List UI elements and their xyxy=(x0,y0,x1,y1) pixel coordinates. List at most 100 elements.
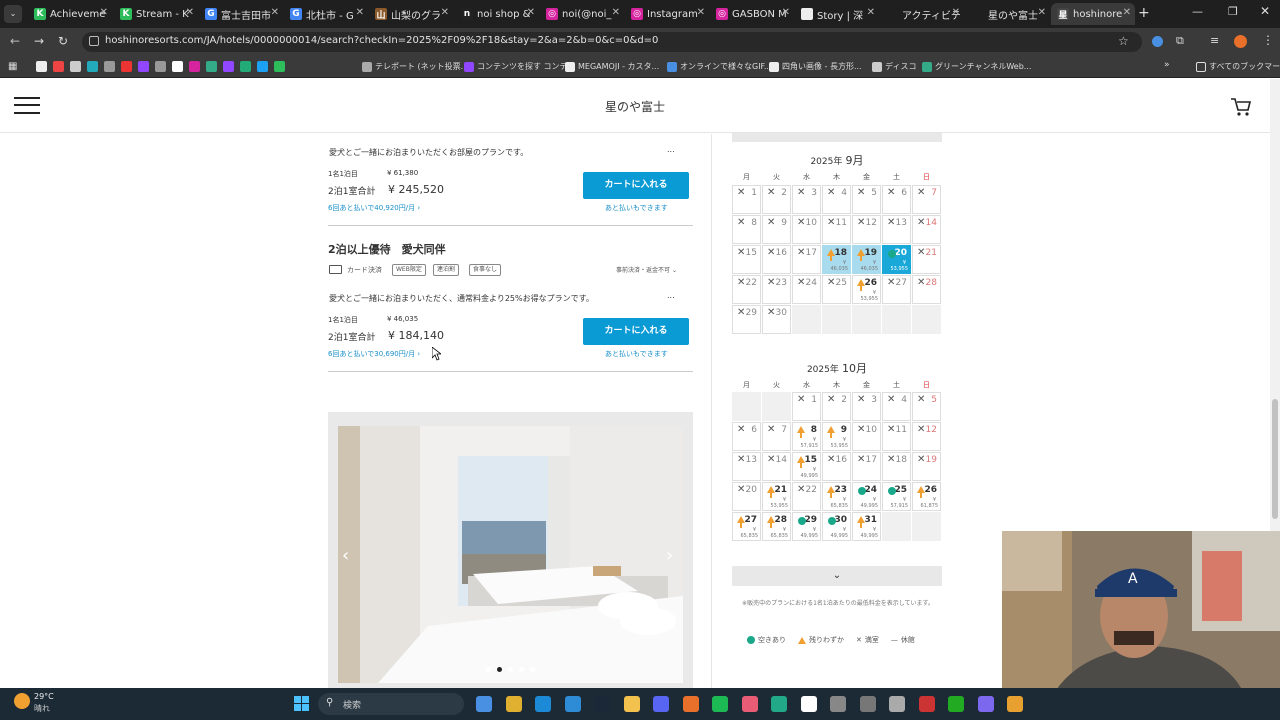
taskbar-app-icon[interactable] xyxy=(948,696,964,712)
tab-close-icon[interactable]: ✕ xyxy=(186,7,194,18)
plan-2-installment-link[interactable]: 6回あと払いで30,690円/月 › xyxy=(328,349,420,359)
taskbar-app-icon[interactable] xyxy=(1007,696,1023,712)
cart-icon[interactable] xyxy=(1230,97,1252,117)
extensions-puzzle-icon[interactable]: ⧉ xyxy=(1176,34,1184,48)
calendar-day-cell[interactable]: 23 ¥65,835 xyxy=(822,482,851,511)
browser-tab[interactable]: K Stream - K ✕ xyxy=(114,3,198,25)
calendar-day-cell[interactable]: 21 ¥53,955 xyxy=(762,482,791,511)
taskbar-app-icon[interactable] xyxy=(800,696,817,712)
plan-1-more-button[interactable]: ... xyxy=(667,145,675,154)
calendar-day-cell[interactable]: 24 ¥49,995 xyxy=(852,482,881,511)
calendar-day-cell[interactable]: 8 ¥57,915 xyxy=(792,422,821,451)
plan-2-add-to-cart-button[interactable]: カートに入れる xyxy=(583,318,689,345)
taskbar-app-icon[interactable] xyxy=(564,696,581,712)
calendar-day-cell[interactable]: 27 ¥65,835 xyxy=(732,512,761,541)
gallery-prev-arrow[interactable]: ‹ xyxy=(342,545,349,566)
bookmark-square-image[interactable]: 四角い画像 - 長方形... xyxy=(769,61,862,72)
minimize-button[interactable]: — xyxy=(1192,5,1203,18)
plan-1-add-to-cart-button[interactable]: カートに入れる xyxy=(583,172,689,199)
calendar-day-cell[interactable]: 28 ¥65,835 xyxy=(762,512,791,541)
tab-close-icon[interactable]: ✕ xyxy=(952,7,960,18)
tab-close-icon[interactable]: ✕ xyxy=(782,7,790,18)
tab-close-icon[interactable]: ✕ xyxy=(356,7,364,18)
bookmark-star-icon[interactable]: ☆ xyxy=(1118,34,1129,48)
taskbar-app-icon[interactable] xyxy=(977,696,994,712)
bookmark-disco[interactable]: ディスコ xyxy=(872,61,916,72)
site-info-icon[interactable] xyxy=(89,36,99,46)
tab-close-icon[interactable]: ✕ xyxy=(612,7,620,18)
browser-tab[interactable]: Story | 深 ✕ xyxy=(795,3,879,25)
extension-icon[interactable] xyxy=(1152,36,1163,47)
start-button[interactable] xyxy=(294,696,309,711)
calendar-day-cell[interactable]: 31 ¥49,995 xyxy=(852,512,881,541)
gallery-dot[interactable] xyxy=(486,667,491,672)
tab-close-icon[interactable]: ✕ xyxy=(441,7,449,18)
bookmark-gif[interactable]: オンラインで様々なGIF... xyxy=(667,61,772,72)
forward-icon[interactable]: → xyxy=(34,34,44,48)
calendar-day-cell[interactable]: 9 ¥53,955 xyxy=(822,422,851,451)
bookmark-green-channel[interactable]: グリーンチャンネルWeb... xyxy=(922,61,1031,72)
calendar-day-cell[interactable]: 20 ¥53,955 xyxy=(882,245,911,274)
hamburger-menu-icon[interactable] xyxy=(0,79,54,133)
taskbar-app-icon[interactable] xyxy=(653,696,669,712)
calendar-day-cell[interactable]: 18 ¥46,035 xyxy=(822,245,851,274)
taskbar-search-box[interactable]: ⚲ 検索 xyxy=(318,693,464,715)
tab-close-icon[interactable]: ✕ xyxy=(697,7,705,18)
plan-2-cancel-note[interactable]: 事前決済・返金不可 ⌄ xyxy=(616,265,677,274)
calendar-next-button[interactable]: ⌄ xyxy=(732,566,942,586)
browser-tab[interactable]: 星 hoshinore ✕ xyxy=(1051,3,1135,25)
taskbar-app-icon[interactable] xyxy=(535,696,551,712)
tab-close-icon[interactable]: ✕ xyxy=(1123,7,1131,18)
browser-tab[interactable]: G 北杜市 - G ✕ xyxy=(284,3,368,25)
room-photo-gallery[interactable]: ‹ › xyxy=(328,412,693,688)
browser-tab[interactable]: 星のや富士 ✕ xyxy=(966,3,1050,25)
tab-list-button[interactable]: ⌄ xyxy=(4,5,22,23)
gallery-dot[interactable] xyxy=(497,667,502,672)
calendar-day-cell[interactable]: 19 ¥46,035 xyxy=(852,245,881,274)
tab-close-icon[interactable]: ✕ xyxy=(100,7,108,18)
tab-close-icon[interactable]: ✕ xyxy=(1038,7,1046,18)
taskbar-app-icon[interactable] xyxy=(623,696,640,712)
close-window-button[interactable]: ✕ xyxy=(1260,4,1270,18)
all-bookmarks-folder[interactable]: すべてのブックマーク xyxy=(1196,61,1280,72)
calendar-day-cell[interactable]: 26 ¥53,955 xyxy=(852,275,881,304)
tab-close-icon[interactable]: ✕ xyxy=(867,7,875,18)
calendar-day-cell[interactable]: 29 ¥49,995 xyxy=(792,512,821,541)
taskbar-app-icon[interactable] xyxy=(859,696,876,712)
gallery-dot[interactable] xyxy=(508,667,513,672)
plan-2-more-button[interactable]: ... xyxy=(667,291,675,300)
restore-button[interactable]: ❐ xyxy=(1228,5,1238,18)
gallery-dot[interactable] xyxy=(530,667,535,672)
bookmark-contents[interactable]: コンテンツを探す コンテ... xyxy=(464,61,575,72)
bookmark-teleport[interactable]: テレポート (ネット投票... xyxy=(362,61,468,72)
bookmark-icon-row[interactable] xyxy=(36,61,285,72)
taskbar-app-icon[interactable] xyxy=(682,696,699,712)
plan-2-pay-later-link[interactable]: あと払いもできます xyxy=(605,349,668,359)
browser-menu-icon[interactable]: ⋮ xyxy=(1262,33,1274,47)
browser-tab[interactable]: G 富士吉田市 ✕ xyxy=(199,3,283,25)
calendar-day-cell[interactable]: 25 ¥57,915 xyxy=(882,482,911,511)
browser-tab[interactable]: アクティビテ ✕ xyxy=(880,3,964,25)
browser-tab[interactable]: ◎ noi(@noi_ ✕ xyxy=(540,3,624,25)
calendar-prev-bar[interactable] xyxy=(732,133,942,142)
reload-icon[interactable]: ↻ xyxy=(58,34,68,48)
taskbar-app-icon[interactable] xyxy=(712,696,728,712)
taskbar-app-icon[interactable] xyxy=(594,696,610,712)
gallery-dot[interactable] xyxy=(519,667,524,672)
calendar-day-cell[interactable]: 30 ¥49,995 xyxy=(822,512,851,541)
browser-tab[interactable]: ◎ Instagram ✕ xyxy=(625,3,709,25)
taskbar-app-icon[interactable] xyxy=(505,696,522,712)
browser-tab[interactable]: 山山梨のグラ ✕ xyxy=(369,3,453,25)
browser-tab[interactable]: n noi shop & ✕ xyxy=(455,3,539,25)
new-tab-button[interactable]: + xyxy=(1138,5,1150,21)
browser-tab[interactable]: K Achieveme ✕ xyxy=(28,3,112,25)
gallery-next-arrow[interactable]: › xyxy=(666,545,673,566)
browser-tab[interactable]: ◎ GASBON M ✕ xyxy=(710,3,794,25)
taskbar-app-icon[interactable] xyxy=(476,696,492,712)
taskbar-app-icon[interactable] xyxy=(830,696,846,712)
taskbar-app-icon[interactable] xyxy=(741,696,758,712)
url-text[interactable]: hoshinoresorts.com/JA/hotels/0000000014/… xyxy=(105,35,658,46)
calendar-day-cell[interactable]: 15 ¥49,995 xyxy=(792,452,821,481)
page-scrollbar-thumb[interactable] xyxy=(1272,399,1278,519)
calendar-day-cell[interactable]: 26 ¥61,875 xyxy=(912,482,941,511)
